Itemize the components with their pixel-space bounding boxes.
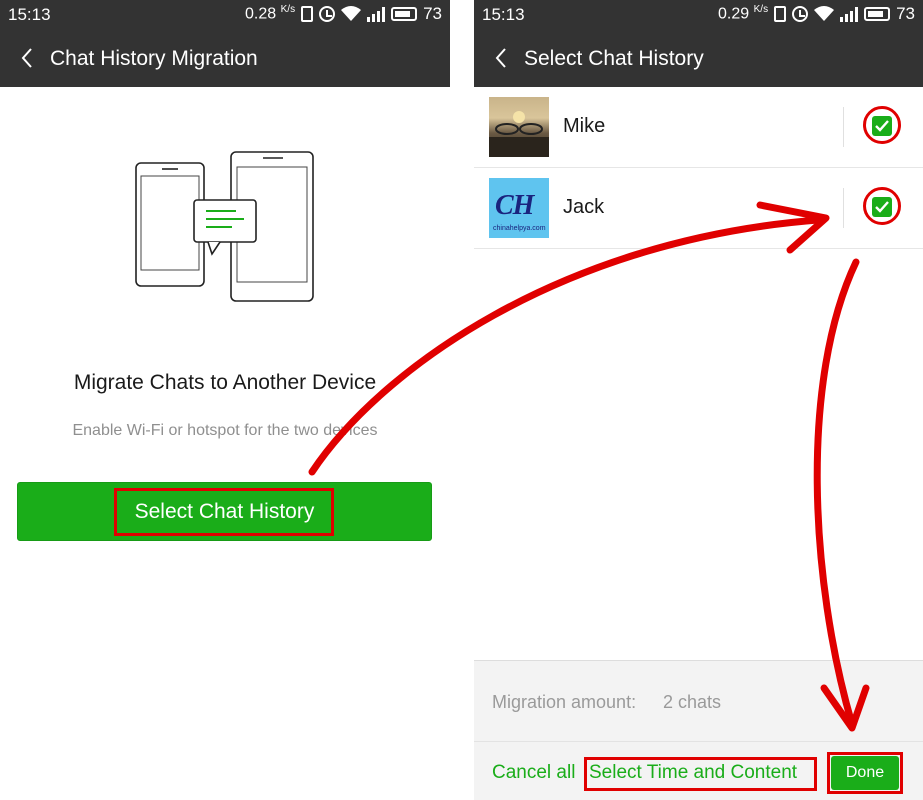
migration-amount-value: 2 chats <box>663 692 722 712</box>
two-phones-chat-icon <box>135 151 314 302</box>
alarm-icon <box>319 6 336 22</box>
highlight-box <box>584 757 817 791</box>
battery-level: 73 <box>423 4 442 23</box>
contact-row-jack[interactable]: CH chinahelpya.com Jack <box>474 168 923 249</box>
status-icons: 0.29 K/s 73 <box>718 4 915 24</box>
contact-name: Jack <box>563 196 605 218</box>
action-bar: Cancel all Select Time and Content Done <box>474 741 923 800</box>
battery-icon <box>864 7 891 21</box>
page-title: Chat History Migration <box>50 47 258 70</box>
avatar <box>489 97 549 157</box>
speed-unit: K/s <box>753 4 769 16</box>
divider <box>843 107 844 147</box>
chevron-left-icon[interactable] <box>16 46 40 70</box>
wifi-icon <box>814 6 835 21</box>
signal-icon <box>367 6 386 22</box>
status-icons: 0.28 K/s 73 <box>245 4 442 24</box>
chevron-left-icon[interactable] <box>490 46 514 70</box>
vibrate-icon <box>301 6 314 22</box>
migrate-heading: Migrate Chats to Another Device <box>73 371 377 394</box>
status-bar: 15:13 0.28 K/s 73 <box>0 0 450 30</box>
cancel-all-button[interactable]: Cancel all <box>492 762 575 784</box>
title-bar: Chat History Migration <box>0 30 450 87</box>
speed-value: 0.28 <box>245 5 277 23</box>
network-speed: 0.28 K/s <box>245 4 295 23</box>
battery-icon <box>391 7 418 21</box>
highlight-circle <box>863 187 901 225</box>
page-title: Select Chat History <box>524 47 704 70</box>
avatar: CH chinahelpya.com <box>489 178 549 238</box>
composite-screenshot: 15:13 0.28 K/s 73 Chat History Migration <box>0 0 923 800</box>
contact-row-mike[interactable]: Mike <box>474 87 923 168</box>
wifi-icon <box>341 6 362 21</box>
migration-footer: Migration amount: 2 chats Cancel all Sel… <box>474 660 923 800</box>
highlight-box <box>827 752 903 794</box>
separator <box>450 0 474 800</box>
status-bar: 15:13 0.29 K/s 73 <box>474 0 923 30</box>
sunset-photo-icon <box>489 111 549 157</box>
avatar-url-text: chinahelpya.com <box>493 225 546 232</box>
migrate-subtext: Enable Wi-Fi or hotspot for the two devi… <box>72 422 378 439</box>
title-bar: Select Chat History <box>474 30 923 87</box>
signal-icon <box>840 6 859 22</box>
speed-unit: K/s <box>280 4 296 16</box>
speed-value: 0.29 <box>718 5 750 23</box>
battery-level: 73 <box>896 4 915 23</box>
divider <box>843 188 844 228</box>
status-time: 15:13 <box>482 5 525 24</box>
avatar-logo-text: CH <box>495 190 534 221</box>
alarm-icon <box>792 6 809 22</box>
vibrate-icon <box>774 6 787 22</box>
left-phone-screen: 15:13 0.28 K/s 73 Chat History Migration <box>0 0 450 800</box>
highlight-circle <box>863 106 901 144</box>
network-speed: 0.29 K/s <box>718 4 768 23</box>
migration-amount-label: Migration amount: <box>492 692 637 712</box>
highlight-box <box>114 488 334 536</box>
status-time: 15:13 <box>8 5 51 24</box>
contact-name: Mike <box>563 115 606 137</box>
right-phone-screen: 15:13 0.29 K/s 73 Select Chat History Mi… <box>474 0 923 800</box>
